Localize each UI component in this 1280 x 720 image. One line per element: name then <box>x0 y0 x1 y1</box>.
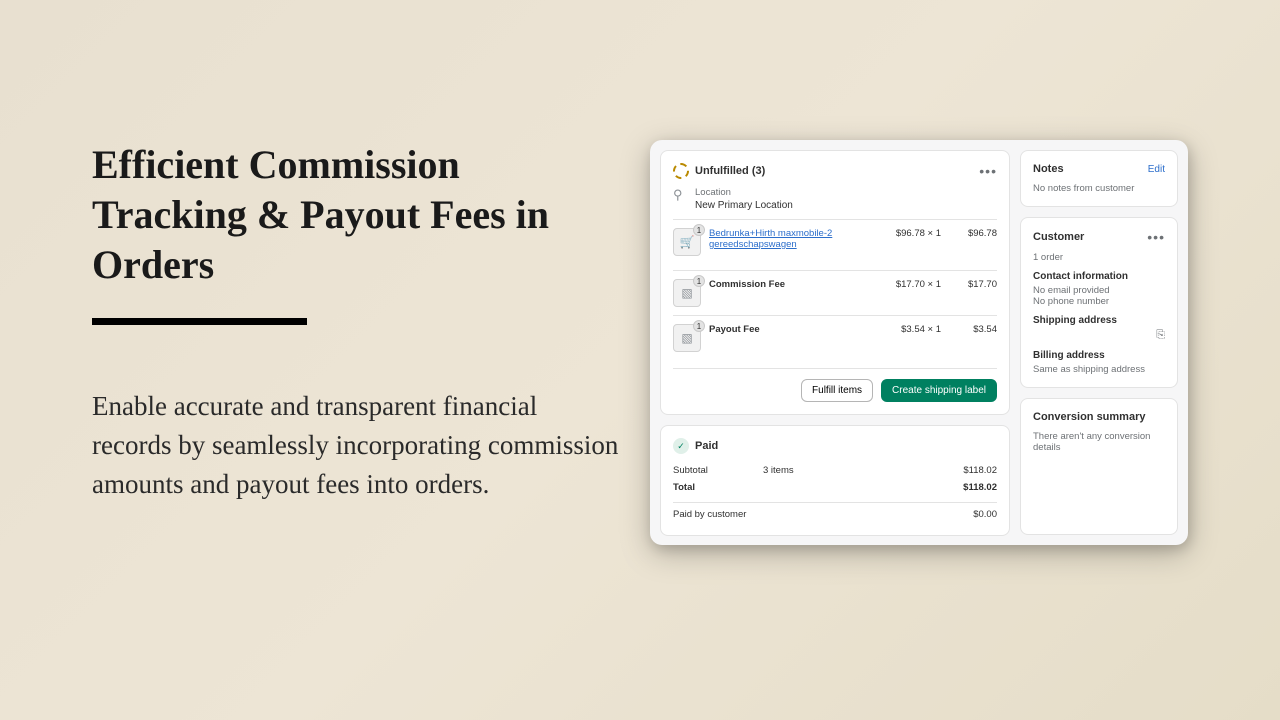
paid-status-icon: ✓ <box>673 438 689 454</box>
conversion-card: Conversion summary There aren't any conv… <box>1020 398 1178 535</box>
line-qty: $96.78 × 1 <box>879 228 941 239</box>
paid-title: Paid <box>695 440 718 452</box>
no-email: No email provided <box>1033 285 1165 296</box>
paid-card: ✓ Paid Subtotal 3 items $118.02 Total $1… <box>660 425 1010 536</box>
location-name: New Primary Location <box>695 200 793 211</box>
copy-address-icon[interactable]: ⎘ <box>1033 329 1165 342</box>
fulfillment-status: Unfulfilled (3) <box>695 165 765 177</box>
order-panel: Unfulfilled (3) ••• ⚲ Location New Prima… <box>650 140 1188 545</box>
no-phone: No phone number <box>1033 296 1165 307</box>
line-item: ▧ 1 Commission Fee $17.70 × 1 $17.70 <box>673 270 997 315</box>
product-name: Payout Fee <box>709 324 760 335</box>
fulfillment-more-icon[interactable]: ••• <box>979 164 997 178</box>
fulfill-items-button[interactable]: Fulfill items <box>801 379 873 402</box>
shipping-address-head: Shipping address <box>1033 315 1165 326</box>
customer-more-icon[interactable]: ••• <box>1147 230 1165 244</box>
create-shipping-label-button[interactable]: Create shipping label <box>881 379 997 402</box>
line-item: ▧ 1 Payout Fee $3.54 × 1 $3.54 <box>673 315 997 360</box>
total-label: Total <box>673 482 763 493</box>
line-qty: $3.54 × 1 <box>879 324 941 335</box>
product-name: Commission Fee <box>709 279 785 290</box>
fulfillment-card: Unfulfilled (3) ••• ⚲ Location New Prima… <box>660 150 1010 415</box>
qty-badge: 1 <box>693 320 705 332</box>
product-subtitle <box>709 252 871 262</box>
contact-info-head: Contact information <box>1033 271 1165 282</box>
billing-body: Same as shipping address <box>1033 364 1165 375</box>
customer-title: Customer <box>1033 231 1084 243</box>
product-thumb-icon: 🛒 1 <box>673 228 701 256</box>
customer-orders: 1 order <box>1033 252 1165 263</box>
location-pin-icon: ⚲ <box>673 187 687 203</box>
line-qty: $17.70 × 1 <box>879 279 941 290</box>
line-price: $17.70 <box>949 279 997 290</box>
product-thumb-icon: ▧ 1 <box>673 324 701 352</box>
headline-underline <box>92 318 307 325</box>
notes-card: Notes Edit No notes from customer <box>1020 150 1178 207</box>
headline: Efficient Commission Tracking & Payout F… <box>92 140 622 290</box>
location-label: Location <box>695 187 793 198</box>
line-price: $3.54 <box>949 324 997 335</box>
customer-card: Customer ••• 1 order Contact information… <box>1020 217 1178 388</box>
qty-badge: 1 <box>693 275 705 287</box>
qty-badge: 1 <box>693 224 705 236</box>
line-item: 🛒 1 Bedrunka+Hirth maxmobile-2 gereedsch… <box>673 219 997 270</box>
total-value: $118.02 <box>937 482 997 493</box>
notes-body: No notes from customer <box>1033 183 1165 194</box>
paid-by-label: Paid by customer <box>673 509 937 520</box>
subtotal-value: $118.02 <box>937 465 997 476</box>
billing-address-head: Billing address <box>1033 350 1165 361</box>
unfulfilled-status-icon <box>673 163 689 179</box>
conversion-body: There aren't any conversion details <box>1033 431 1165 453</box>
subtext: Enable accurate and transparent financia… <box>92 387 622 504</box>
paid-by-value: $0.00 <box>937 509 997 520</box>
product-thumb-icon: ▧ 1 <box>673 279 701 307</box>
notes-edit-link[interactable]: Edit <box>1148 164 1165 175</box>
conversion-title: Conversion summary <box>1033 411 1165 423</box>
subtotal-label: Subtotal <box>673 465 763 476</box>
subtotal-items: 3 items <box>763 465 937 476</box>
notes-title: Notes <box>1033 163 1064 175</box>
product-link[interactable]: Bedrunka+Hirth maxmobile-2 gereedschapsw… <box>709 228 832 250</box>
line-price: $96.78 <box>949 228 997 239</box>
